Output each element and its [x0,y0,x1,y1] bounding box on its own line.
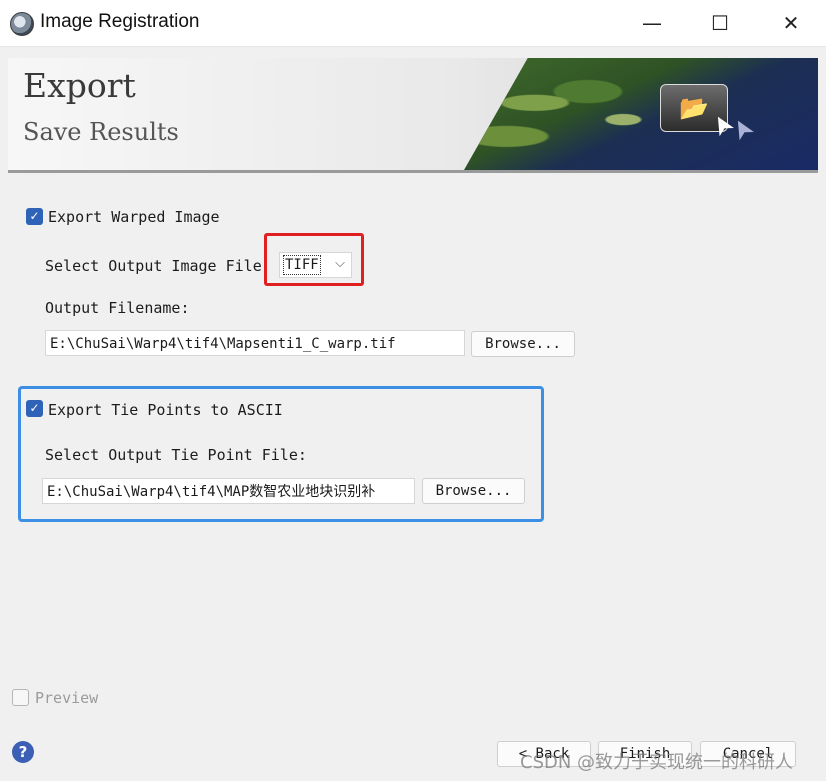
preview-label: Preview [35,689,99,707]
preview-checkbox[interactable] [12,689,29,706]
banner-title: Export [23,66,136,105]
minimize-button[interactable]: — [629,0,675,46]
output-filename-input[interactable]: E:\ChuSai\Warp4\tif4\Mapsenti1_C_warp.ti… [45,330,465,356]
highlight-red-box [264,233,364,286]
watermark-text: CSDN @致力于实现统一的科研人 [520,752,794,773]
browse-image-button[interactable]: Browse... [471,331,575,357]
window-title: Image Registration [40,11,200,32]
app-icon [10,12,34,36]
highlight-blue-box [18,386,544,522]
satellite-image [464,58,818,170]
help-icon[interactable]: ? [12,741,34,763]
close-button[interactable]: ✕ [768,0,814,46]
select-output-image-label: Select Output Image File [45,257,262,275]
export-warped-checkbox[interactable]: ✓ [26,208,43,225]
banner-subtitle: Save Results [23,118,179,146]
maximize-button[interactable]: ☐ [697,0,743,46]
title-bar: Image Registration — ☐ ✕ [0,0,826,47]
output-filename-label: Output Filename: [45,299,190,317]
export-warped-label: Export Warped Image [48,208,220,226]
wizard-banner: Export Save Results 📂 ➤ ➤ [8,58,818,173]
